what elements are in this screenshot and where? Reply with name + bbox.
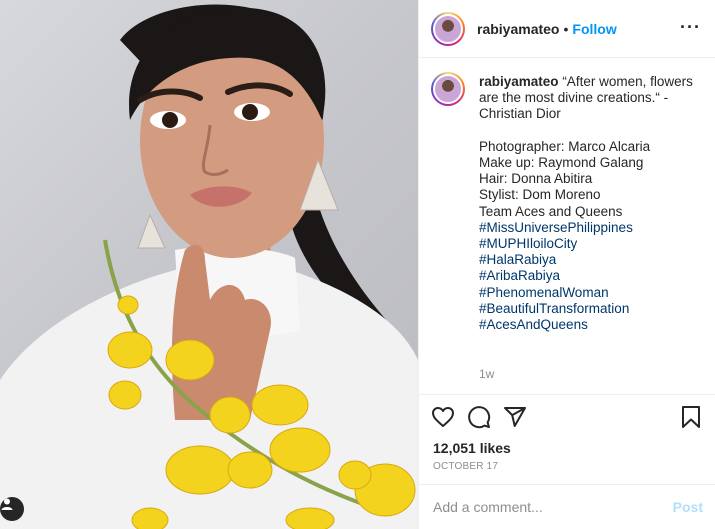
hashtag-link[interactable]: #AribaRabiya bbox=[479, 268, 694, 284]
comment-input[interactable] bbox=[433, 499, 673, 515]
comment-icon[interactable] bbox=[467, 405, 491, 429]
hashtag-link[interactable]: #AcesAndQueens bbox=[479, 317, 694, 333]
bookmark-icon[interactable] bbox=[679, 405, 703, 429]
caption-timestamp[interactable]: 1w bbox=[479, 367, 494, 381]
separator-dot: • bbox=[563, 20, 569, 37]
caption-avatar[interactable] bbox=[431, 72, 465, 106]
hashtag-link[interactable]: #HalaRabiya bbox=[479, 252, 694, 268]
hashtag-link[interactable]: #BeautifulTransformation bbox=[479, 301, 694, 317]
post-header: rabiyamateo • Follow ··· bbox=[419, 0, 715, 58]
comment-bar: Post bbox=[419, 484, 715, 529]
caption-line: Photographer: Marco Alcaria bbox=[479, 138, 651, 154]
more-horizontal-icon[interactable]: ··· bbox=[680, 18, 701, 36]
caption-username[interactable]: rabiyamateo bbox=[479, 74, 559, 89]
hashtag-link[interactable]: #MissUniversePhilippines bbox=[479, 220, 694, 236]
action-bar bbox=[431, 405, 703, 435]
heart-icon[interactable] bbox=[431, 405, 455, 429]
share-icon[interactable] bbox=[503, 405, 527, 429]
post-date[interactable]: OCTOBER 17 bbox=[433, 461, 498, 472]
hashtag-link[interactable]: #MUPHIloiloCity bbox=[479, 236, 694, 252]
caption-line: Team Aces and Queens bbox=[479, 203, 623, 219]
user-icon[interactable] bbox=[0, 497, 24, 521]
hashtag-link[interactable]: #PhenomenalWoman bbox=[479, 285, 694, 301]
portrait-illustration bbox=[0, 4, 418, 529]
username-link[interactable]: rabiyamateo bbox=[477, 21, 559, 37]
caption-section: rabiyamateo “After women, flowers are th… bbox=[419, 58, 715, 395]
caption-line: Make up: Raymond Galang bbox=[479, 155, 644, 171]
likes-count[interactable]: 12,051 likes bbox=[433, 440, 511, 456]
post-side-panel: rabiyamateo • Follow ··· rabiyamateo “Af… bbox=[418, 0, 715, 529]
post-comment-button[interactable]: Post bbox=[673, 499, 703, 515]
post-photo[interactable] bbox=[0, 0, 418, 529]
caption-text: rabiyamateo “After women, flowers are th… bbox=[479, 74, 694, 333]
follow-button[interactable]: Follow bbox=[572, 21, 616, 37]
avatar[interactable] bbox=[431, 11, 465, 46]
caption-line: Stylist: Dom Moreno bbox=[479, 187, 601, 203]
caption-line: Hair: Donna Abitira bbox=[479, 171, 593, 187]
